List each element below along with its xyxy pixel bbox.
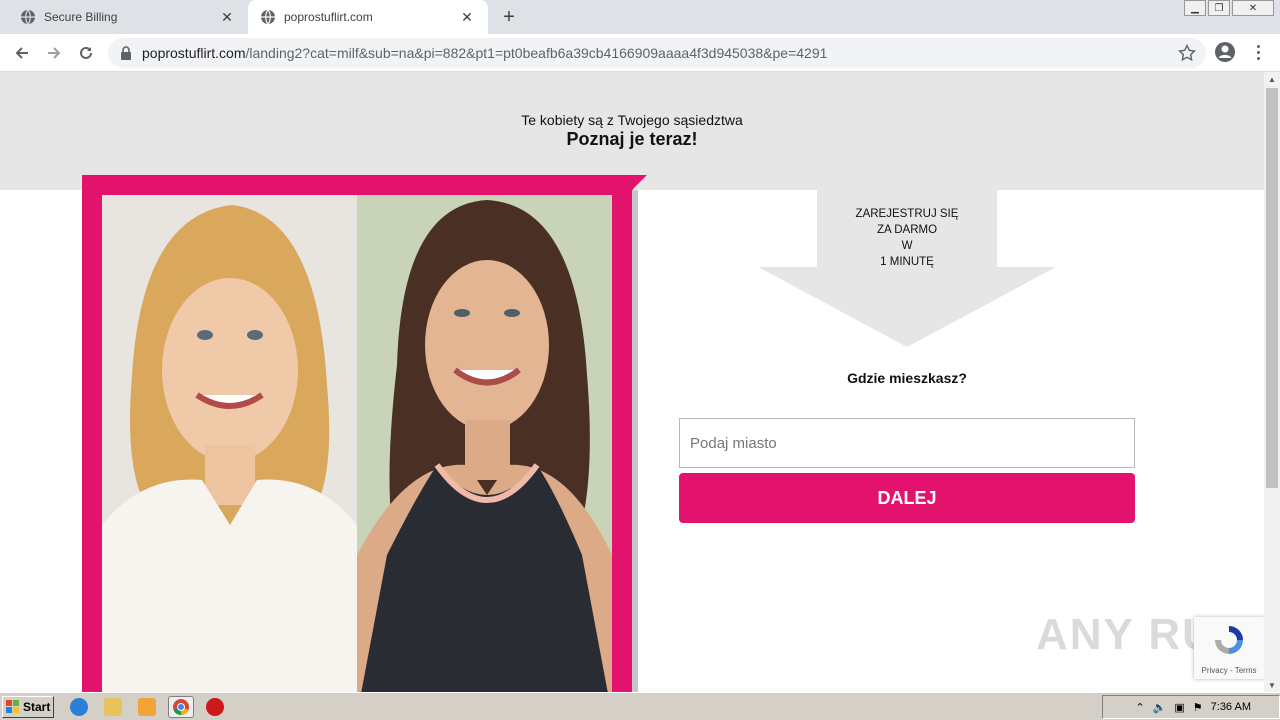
tab-strip: Secure Billing ✕ poprostuflirt.com ✕ + ▁… (0, 0, 1280, 34)
stop-icon[interactable] (206, 698, 224, 716)
bookmark-star-icon[interactable] (1178, 44, 1196, 62)
woman-photo-left (102, 195, 357, 692)
start-button[interactable]: Start (2, 696, 54, 718)
signup-arrow-point (758, 267, 1056, 347)
close-icon[interactable]: ✕ (216, 6, 238, 28)
restore-icon[interactable]: ❐ (1208, 0, 1230, 16)
flag-icon[interactable]: ⚑ (1193, 701, 1203, 714)
url-domain: poprostuflirt.com (142, 45, 246, 61)
landing-page: Te kobiety są z Twojego sąsiedztwa Pozna… (0, 72, 1264, 692)
arrow-line: W (901, 240, 913, 252)
reload-icon[interactable] (74, 41, 98, 65)
tab-poprostuflirt[interactable]: poprostuflirt.com ✕ (248, 0, 488, 34)
recaptcha-badge[interactable]: Privacy - Terms (1194, 617, 1264, 679)
scroll-up-icon[interactable]: ▲ (1264, 72, 1280, 86)
signup-arrow-text: ZAREJESTRUJ SIĘ ZA DARMO W 1 MINUTĘ (817, 206, 997, 270)
hero-headline: Poznaj je teraz! (566, 129, 698, 149)
address-bar[interactable]: poprostuflirt.com/landing2?cat=milf&sub=… (108, 38, 1206, 68)
chrome-taskbar-button[interactable] (168, 696, 194, 718)
browser-menu-icon[interactable] (1248, 41, 1268, 63)
window-close-icon[interactable]: ✕ (1232, 0, 1274, 16)
arrow-line: 1 MINUTĘ (880, 256, 934, 268)
hero-subline: Te kobiety są z Twojego sąsiedztwa (521, 112, 743, 128)
file-explorer-icon[interactable] (104, 698, 122, 716)
internet-explorer-icon[interactable] (70, 698, 88, 716)
system-tray: ⌃ 🔈 ▣ ⚑ 7:36 AM (1102, 695, 1280, 719)
frame-corner (632, 175, 647, 190)
page-scrollbar[interactable]: ▲ ▼ (1264, 72, 1280, 692)
next-button[interactable]: DALEJ (679, 473, 1135, 523)
tab-title: Secure Billing (44, 10, 118, 24)
back-icon[interactable] (10, 41, 34, 65)
location-question: Gdzie mieszkasz? (847, 370, 967, 386)
windows-taskbar: Start ⌃ 🔈 ▣ ⚑ 7:36 AM (0, 692, 1280, 720)
lock-icon (121, 46, 131, 60)
windows-logo-icon (6, 700, 19, 713)
url-path: /landing2?cat=milf&sub=na&pi=882&pt1=pt0… (245, 45, 828, 61)
chrome-icon (173, 699, 189, 716)
tab-secure-billing[interactable]: Secure Billing ✕ (8, 0, 248, 34)
globe-icon (261, 9, 275, 25)
tray-expand-icon[interactable]: ⌃ (1135, 701, 1144, 714)
tab-title: poprostuflirt.com (284, 10, 373, 24)
window-controls: ▁ ❐ ✕ (1184, 0, 1274, 16)
url-text: poprostuflirt.com/landing2?cat=milf&sub=… (142, 45, 827, 61)
start-label: Start (23, 700, 51, 714)
close-icon[interactable]: ✕ (456, 6, 478, 28)
scroll-down-icon[interactable]: ▼ (1264, 678, 1280, 692)
media-player-icon[interactable] (138, 698, 156, 716)
arrow-line: ZA DARMO (876, 224, 938, 236)
volume-icon[interactable]: 🔈 (1153, 701, 1167, 714)
globe-icon (21, 9, 35, 25)
recaptcha-icon (1215, 626, 1243, 654)
arrow-line: ZAREJESTRUJ SIĘ (855, 208, 959, 220)
city-input[interactable] (679, 418, 1135, 468)
forward-icon[interactable] (42, 41, 66, 65)
scroll-thumb[interactable] (1266, 88, 1278, 488)
minimize-icon[interactable]: ▁ (1184, 0, 1206, 16)
browser-toolbar: poprostuflirt.com/landing2?cat=milf&sub=… (0, 34, 1280, 72)
network-icon[interactable]: ▣ (1174, 701, 1184, 714)
recaptcha-links[interactable]: Privacy - Terms (1194, 666, 1264, 675)
woman-photo-right (357, 195, 612, 692)
profile-icon[interactable] (1214, 41, 1236, 63)
clock: 7:36 AM (1210, 701, 1251, 713)
frame-shadow (632, 190, 638, 692)
new-tab-button[interactable]: + (498, 6, 520, 28)
